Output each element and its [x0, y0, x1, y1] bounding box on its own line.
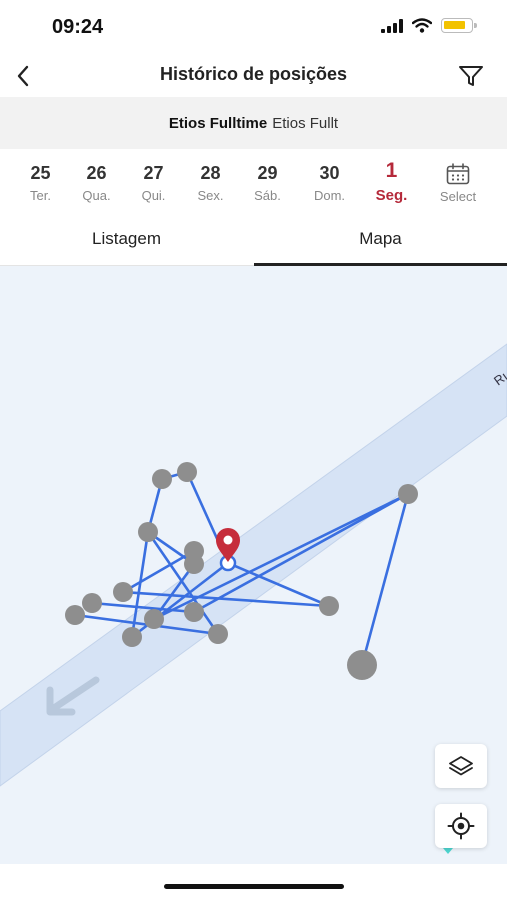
date-item-26[interactable]: 26 Qua. — [68, 150, 125, 216]
position-point[interactable] — [152, 469, 172, 489]
map-canvas[interactable]: Rı — [0, 266, 507, 864]
nav-bar: Histórico de posições — [0, 56, 507, 96]
battery-level — [444, 21, 465, 29]
date-weekday: Qui. — [141, 188, 166, 203]
status-icons — [381, 18, 477, 33]
position-point[interactable] — [177, 462, 197, 482]
date-weekday: Ter. — [30, 188, 51, 203]
date-weekday: Sex. — [197, 188, 224, 203]
position-point[interactable] — [398, 484, 418, 504]
date-weekday: Dom. — [313, 188, 346, 203]
crosshair-icon — [447, 812, 475, 840]
page-title: Histórico de posições — [159, 64, 348, 84]
position-point[interactable] — [144, 609, 164, 629]
battery-icon — [441, 18, 477, 33]
position-point[interactable] — [208, 624, 228, 644]
date-item-29[interactable]: 29 Sáb. — [239, 150, 296, 216]
back-button[interactable] — [8, 60, 38, 92]
map-view[interactable]: Rı — [0, 266, 507, 864]
position-point[interactable] — [122, 627, 142, 647]
status-bar: 09:24 — [0, 0, 507, 56]
locate-button[interactable] — [435, 804, 487, 848]
calendar-icon — [446, 163, 470, 185]
tab-listagem[interactable]: Listagem — [0, 218, 253, 266]
date-number: 26 — [86, 163, 107, 183]
position-point[interactable] — [113, 582, 133, 602]
date-item-25[interactable]: 25 Ter. — [12, 150, 69, 216]
filter-button[interactable] — [455, 60, 487, 92]
compass-indicator-icon — [443, 848, 453, 854]
vehicle-bar: Etios Fulltime Etios Fullt — [0, 97, 507, 149]
vehicle-model: Etios Fullt — [272, 114, 339, 132]
date-number: 28 — [200, 163, 221, 183]
date-item-28[interactable]: 28 Sex. — [182, 150, 239, 216]
date-number: 27 — [143, 163, 164, 183]
route-segment — [360, 492, 410, 667]
date-strip: 25 Ter. 26 Qua. 27 Qui. 28 Sex. 29 Sáb. … — [0, 150, 507, 216]
status-time: 09:24 — [52, 16, 104, 38]
signal-icon — [381, 18, 403, 33]
layers-button[interactable] — [435, 744, 487, 788]
road — [0, 343, 507, 787]
home-indicator — [164, 884, 344, 889]
chevron-left-icon — [17, 65, 29, 87]
funnel-icon — [459, 66, 483, 86]
date-item-27[interactable]: 27 Qui. — [125, 150, 182, 216]
layers-icon — [449, 756, 473, 776]
position-point[interactable] — [82, 593, 102, 613]
position-point[interactable] — [184, 554, 204, 574]
select-date-button[interactable]: Select — [427, 150, 489, 216]
position-point[interactable] — [319, 596, 339, 616]
view-tabs: Listagem Mapa — [0, 218, 507, 266]
date-number: 25 — [30, 163, 51, 183]
select-date-label: Select — [439, 189, 477, 204]
date-weekday: Qua. — [82, 188, 111, 203]
date-weekday: Seg. — [375, 187, 408, 204]
position-point[interactable] — [138, 522, 158, 542]
date-weekday: Sáb. — [254, 188, 281, 203]
tab-mapa[interactable]: Mapa — [254, 218, 507, 266]
date-item-30[interactable]: 30 Dom. — [301, 150, 358, 216]
date-number: 29 — [257, 163, 278, 183]
date-number: 30 — [319, 163, 340, 183]
vehicle-name: Etios Fulltime — [168, 114, 268, 132]
wifi-icon — [412, 18, 432, 33]
position-point[interactable] — [65, 605, 85, 625]
position-point-end[interactable] — [347, 650, 377, 680]
position-point[interactable] — [184, 602, 204, 622]
date-item-1-selected[interactable]: 1 Seg. — [363, 150, 420, 216]
date-number: 1 — [385, 159, 398, 182]
